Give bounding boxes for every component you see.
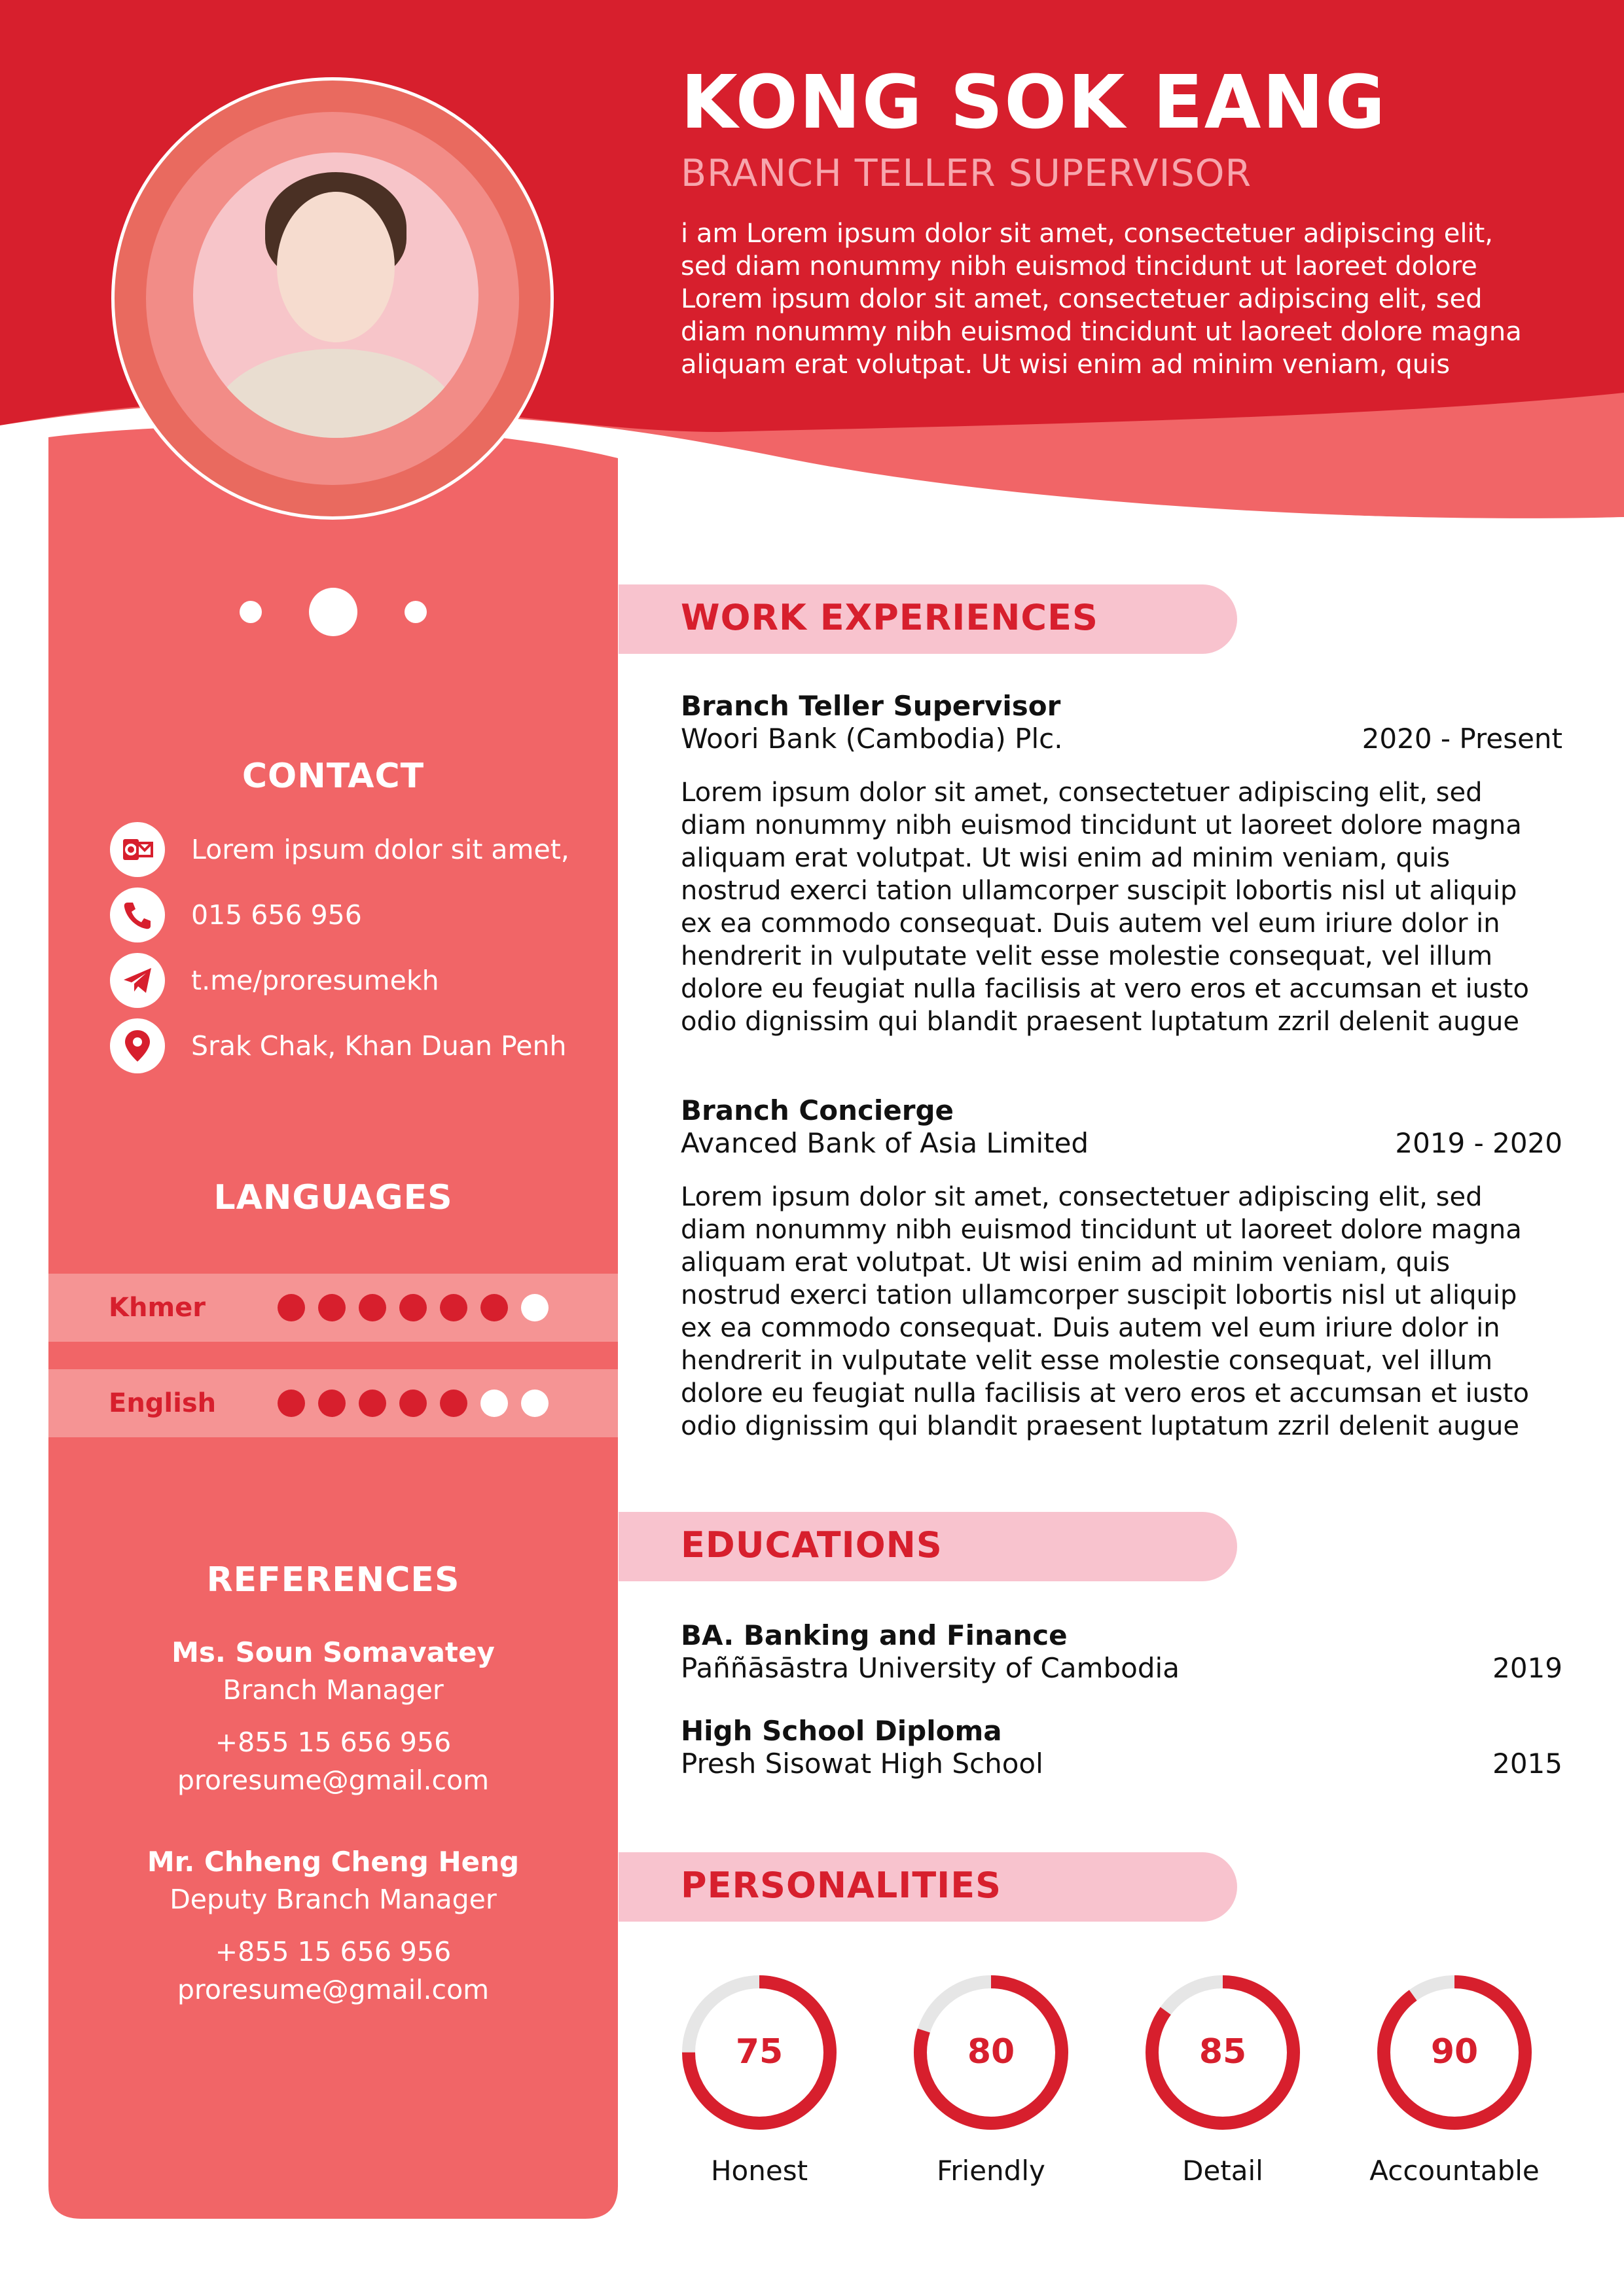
references-heading: REFERENCES (206, 1560, 460, 1600)
job-2-period: 2019 - 2020 (1395, 1127, 1562, 1159)
outlook-mail-icon (110, 822, 165, 877)
personality-ring: 75 (682, 1975, 837, 2130)
photo-body (213, 349, 459, 438)
education-heading: EDUCATIONS (681, 1524, 943, 1566)
language-name: Khmer (109, 1293, 206, 1323)
reference-2-name: Mr. Chheng Cheng Heng (147, 1846, 520, 1878)
language-name: English (109, 1388, 217, 1418)
job-2-title: Branch Concierge (681, 1094, 954, 1126)
candidate-role: BRANCH TELLER SUPERVISOR (681, 152, 1252, 195)
language-dot-filled (359, 1294, 386, 1321)
decor-dot-right (405, 601, 427, 623)
ring-label: Friendly (937, 2155, 1045, 2187)
profile-photo-frame (111, 77, 554, 520)
intro-paragraph: i am Lorem ipsum dolor sit amet, consect… (681, 219, 1522, 380)
ring-value: 80 (967, 2032, 1015, 2072)
education-2-year: 2015 (1492, 1748, 1562, 1780)
phone-icon (110, 888, 165, 942)
languages-heading: LANGUAGES (213, 1178, 453, 1217)
language-dot-filled (278, 1390, 305, 1417)
education-2-school: Presh Sisowat High School (681, 1748, 1043, 1780)
work-heading: WORK EXPERIENCES (681, 597, 1098, 638)
ring-label: Honest (710, 2155, 808, 2187)
reference-1-phone[interactable]: +855 15 656 956 (48, 1727, 618, 1758)
reference-1-position: Branch Manager (223, 1674, 444, 1706)
reference-2-email[interactable]: proresume@gmail.com (48, 1974, 618, 2005)
language-dot-empty (480, 1390, 508, 1417)
contact-heading: CONTACT (242, 757, 425, 796)
job-1-organization: Woori Bank (Cambodia) Plc. (681, 723, 1063, 755)
personalities-heading: PERSONALITIES (681, 1865, 1002, 1906)
language-dot-filled (399, 1390, 427, 1417)
reference-2-phone[interactable]: +855 15 656 956 (48, 1936, 618, 1967)
candidate-name: KONG SOK EANG (681, 60, 1387, 145)
language-dot-filled (278, 1294, 305, 1321)
contact-telegram-text: t.me/proresumekh (191, 965, 439, 996)
language-level-dots (278, 1294, 549, 1321)
contact-item-address[interactable]: Srak Chak, Khan Duan Penh (110, 1018, 607, 1073)
reference-1-email[interactable]: proresume@gmail.com (48, 1765, 618, 1796)
language-dot-filled (359, 1390, 386, 1417)
ring-label: Accountable (1369, 2155, 1540, 2187)
contact-address-text: Srak Chak, Khan Duan Penh (191, 1030, 567, 1062)
language-dot-filled (440, 1390, 467, 1417)
ring-value: 75 (736, 2032, 783, 2072)
personality-ring: 90 (1377, 1975, 1532, 2130)
profile-photo (193, 152, 478, 438)
job-1-period: 2020 - Present (1362, 723, 1562, 755)
job-2-description: Lorem ipsum dolor sit amet, consectetuer… (681, 1182, 1529, 1441)
personality-ring: 85 (1146, 1975, 1300, 2130)
language-dot-filled (399, 1294, 427, 1321)
language-dot-filled (318, 1294, 346, 1321)
language-row-english: English (48, 1369, 618, 1437)
contact-item-phone[interactable]: 015 656 956 (110, 888, 607, 942)
contact-phone-text: 015 656 956 (191, 899, 362, 931)
reference-1-name: Ms. Soun Somavatey (171, 1636, 495, 1668)
contact-item-email[interactable]: Lorem ipsum dolor sit amet, (110, 822, 607, 877)
language-dot-empty (521, 1390, 549, 1417)
reference-2-position: Deputy Branch Manager (170, 1884, 497, 1915)
location-pin-icon (110, 1018, 165, 1073)
photo-face (277, 192, 395, 342)
decor-dot-center (309, 588, 357, 636)
ring-value: 90 (1431, 2032, 1478, 2072)
job-2-organization: Avanced Bank of Asia Limited (681, 1127, 1089, 1159)
education-1-school: Paññāsāstra University of Cambodia (681, 1652, 1180, 1684)
language-dot-filled (318, 1390, 346, 1417)
language-dot-filled (480, 1294, 508, 1321)
ring-value: 85 (1199, 2032, 1246, 2072)
personality-ring: 80 (914, 1975, 1068, 2130)
language-dot-empty (521, 1294, 549, 1321)
decor-dot-left (240, 601, 262, 623)
language-row-khmer: Khmer (48, 1274, 618, 1342)
education-1-degree: BA. Banking and Finance (681, 1619, 1068, 1651)
job-1-description: Lorem ipsum dolor sit amet, consectetuer… (681, 778, 1529, 1037)
education-2-degree: High School Diploma (681, 1715, 1002, 1747)
education-1-year: 2019 (1492, 1652, 1562, 1684)
language-dot-filled (440, 1294, 467, 1321)
ring-label: Detail (1182, 2155, 1263, 2187)
contact-email-text: Lorem ipsum dolor sit amet, (191, 834, 569, 865)
language-level-dots (278, 1390, 549, 1417)
contact-item-telegram[interactable]: t.me/proresumekh (110, 953, 607, 1008)
telegram-icon (110, 953, 165, 1008)
job-1-title: Branch Teller Supervisor (681, 690, 1061, 722)
